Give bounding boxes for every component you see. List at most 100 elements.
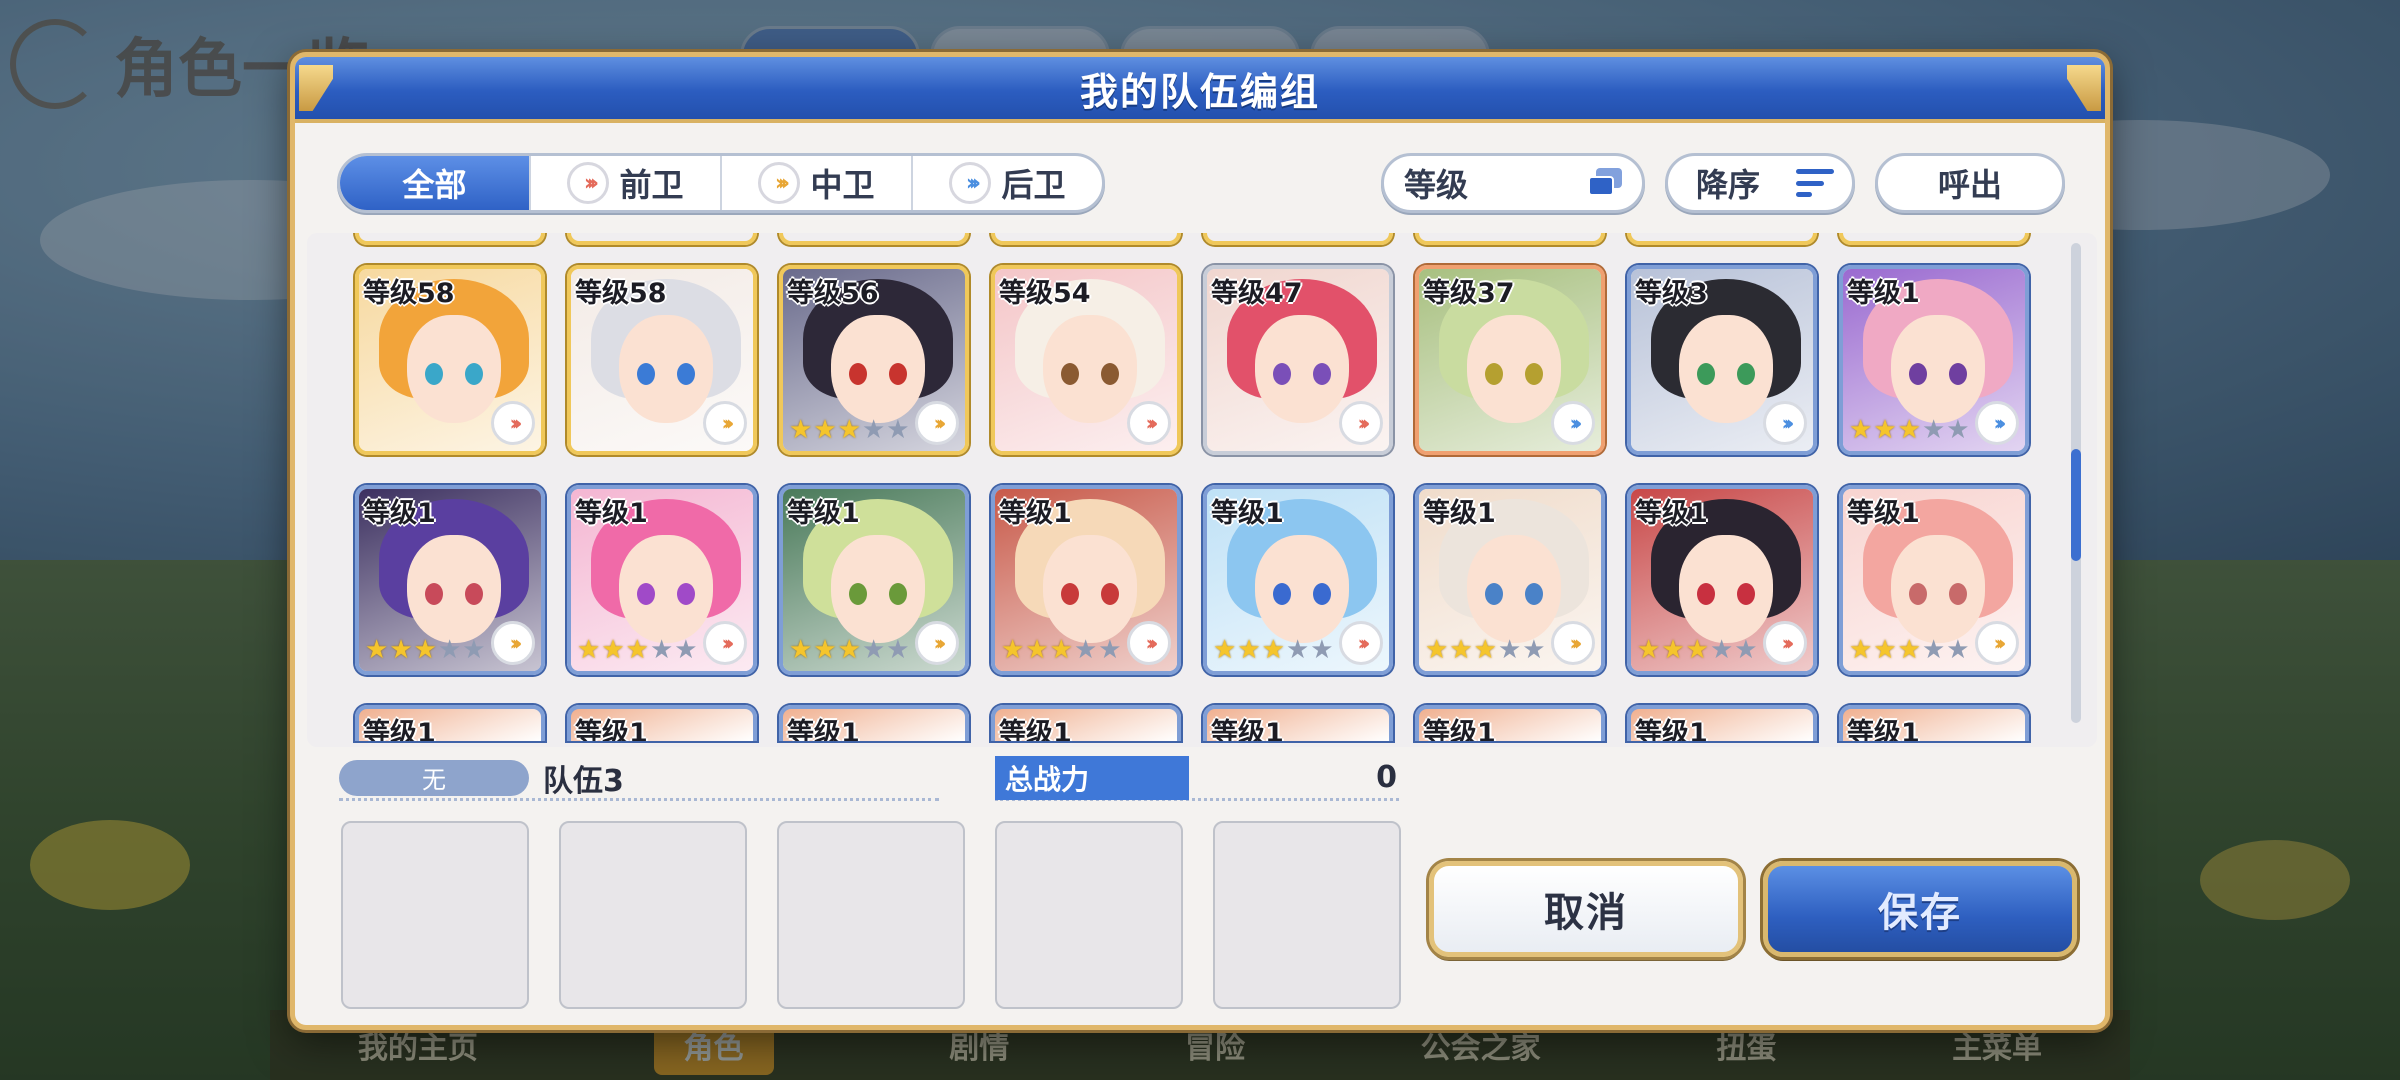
save-button[interactable]: 保存	[1763, 861, 2077, 957]
portrait-eye	[677, 583, 695, 605]
character-card[interactable]: 等级54 ›››	[991, 265, 1181, 455]
cancel-button-label: 取消	[1544, 890, 1628, 936]
star-empty-icon: ★	[1285, 635, 1310, 665]
portrait-eye	[1273, 583, 1291, 605]
star-filled-icon: ★	[1213, 635, 1237, 665]
front-role-icon: ›››	[1763, 621, 1807, 665]
star-empty-icon: ★	[1921, 415, 1946, 445]
portrait-eye	[1313, 363, 1331, 385]
tab-mid[interactable]: ››› 中卫	[722, 156, 913, 210]
portrait-eye	[1949, 583, 1967, 605]
team-header: 无 队伍3	[339, 757, 939, 801]
dialog-title: 我的队伍编组	[1079, 69, 1320, 114]
character-card[interactable]: 等级58 ›››	[355, 265, 545, 455]
front-role-icon: ›››	[491, 401, 535, 445]
star-filled-icon: ★	[1637, 635, 1661, 665]
star-empty-icon: ★	[437, 635, 462, 665]
mid-role-icon: ›››	[703, 401, 747, 445]
character-level: 等级1	[999, 498, 1072, 529]
star-filled-icon: ★	[1873, 415, 1897, 445]
team-slot-empty[interactable]	[777, 821, 965, 1009]
portrait-eye	[637, 363, 655, 385]
character-card[interactable]: 等级1 ★ ★ ★ ★ ★ ›››	[567, 485, 757, 675]
team-slot-empty[interactable]	[559, 821, 747, 1009]
character-card-partial[interactable]: 等级1	[779, 705, 969, 741]
character-card[interactable]: 等级1 ★ ★ ★ ★ ★ ›››	[1839, 485, 2029, 675]
tab-label: 后卫	[1001, 166, 1066, 204]
star-filled-icon: ★	[365, 635, 389, 665]
character-card[interactable]: 等级1 ★ ★ ★ ★ ★ ›››	[1839, 265, 2029, 455]
sort-by-button[interactable]: 等级	[1381, 153, 1645, 213]
character-card[interactable]: 等级1 ★ ★ ★ ★ ★ ›››	[1203, 485, 1393, 675]
roster-scrollbar[interactable]	[2071, 243, 2081, 723]
star-filled-icon: ★	[1425, 635, 1449, 665]
character-card[interactable]: 等级1 ★ ★ ★ ★ ★ ›››	[1415, 485, 1605, 675]
team-name[interactable]: 队伍3	[543, 756, 624, 800]
star-empty-icon: ★	[674, 635, 698, 665]
cancel-button[interactable]: 取消	[1429, 861, 1743, 957]
character-card[interactable]: 等级1 ★ ★ ★ ★ ★ ›››	[779, 485, 969, 675]
team-slot-empty[interactable]	[995, 821, 1183, 1009]
star-empty-icon: ★	[1098, 635, 1122, 665]
character-level: 等级58	[363, 278, 455, 309]
character-card-partial[interactable]: 等级1	[1627, 705, 1817, 741]
star-filled-icon: ★	[1049, 635, 1073, 665]
character-card-partial[interactable]	[1839, 233, 2029, 245]
character-level: 等级1	[787, 718, 860, 741]
portrait-eye	[889, 583, 907, 605]
portrait-face	[619, 535, 713, 643]
star-empty-icon: ★	[1709, 635, 1734, 665]
portrait-face	[831, 535, 925, 643]
team-slot-empty[interactable]	[1213, 821, 1401, 1009]
character-card-partial[interactable]: 等级1	[355, 705, 545, 741]
portrait-face	[1043, 315, 1137, 423]
character-card-partial[interactable]: 等级1	[1839, 705, 2029, 741]
tab-all[interactable]: 全部	[340, 156, 531, 210]
character-card-partial[interactable]	[991, 233, 1181, 245]
character-card-partial[interactable]: 等级1	[1203, 705, 1393, 741]
sort-order-button[interactable]: 降序	[1665, 153, 1855, 213]
character-card[interactable]: 等级56 ★ ★ ★ ★ ★ ›››	[779, 265, 969, 455]
character-card-partial[interactable]: 等级1	[991, 705, 1181, 741]
character-card[interactable]: 等级1 ★ ★ ★ ★ ★ ›››	[991, 485, 1181, 675]
portrait-face	[407, 315, 501, 423]
back-role-icon: ›››	[1551, 401, 1595, 445]
character-level: 等级56	[787, 278, 879, 309]
star-empty-icon: ★	[886, 415, 910, 445]
sort-options-icon	[1588, 168, 1624, 198]
character-card-partial[interactable]	[567, 233, 757, 245]
character-level: 等级1	[1847, 718, 1920, 741]
star-rating: ★ ★ ★ ★ ★	[1849, 417, 1970, 443]
character-card[interactable]: 等级1 ★ ★ ★ ★ ★ ›››	[355, 485, 545, 675]
portrait-eye	[849, 363, 867, 385]
character-card[interactable]: 等级58 ›››	[567, 265, 757, 455]
team-slot-empty[interactable]	[341, 821, 529, 1009]
front-role-icon: ›››	[1127, 621, 1171, 665]
star-rating: ★ ★ ★ ★ ★	[1849, 637, 1970, 663]
team-tag[interactable]: 无	[339, 759, 529, 796]
total-power: 总战力 0	[995, 755, 1399, 801]
character-card-partial[interactable]	[1415, 233, 1605, 245]
character-card[interactable]: 等级47 ›››	[1203, 265, 1393, 455]
tab-back[interactable]: ››› 后卫	[913, 156, 1102, 210]
character-roster[interactable]: 等级58 ››› 等级58 ››› 等级56 ★ ★ ★ ★ ★ ››› 等级54 ››› 等级47 ›››…	[307, 233, 2097, 747]
star-filled-icon: ★	[1873, 635, 1897, 665]
character-card-partial[interactable]	[355, 233, 545, 245]
character-card-partial[interactable]	[1627, 233, 1817, 245]
dialog-header: 我的队伍编组	[295, 57, 2105, 123]
character-card-partial[interactable]: 等级1	[1415, 705, 1605, 741]
star-empty-icon: ★	[649, 635, 674, 665]
mid-role-icon: ›››	[915, 621, 959, 665]
character-level: 等级54	[999, 278, 1091, 309]
character-card[interactable]: 等级1 ★ ★ ★ ★ ★ ›››	[1627, 485, 1817, 675]
tab-front[interactable]: ››› 前卫	[531, 156, 722, 210]
portrait-eye	[1525, 583, 1543, 605]
star-filled-icon: ★	[1025, 635, 1049, 665]
character-card-partial[interactable]: 等级1	[567, 705, 757, 741]
character-card-partial[interactable]	[1203, 233, 1393, 245]
character-card[interactable]: 等级37 ›››	[1415, 265, 1605, 455]
character-card-partial[interactable]	[779, 233, 969, 245]
character-card[interactable]: 等级3 ›››	[1627, 265, 1817, 455]
call-team-button[interactable]: 呼出	[1875, 153, 2065, 213]
scrollbar-thumb[interactable]	[2071, 449, 2081, 561]
